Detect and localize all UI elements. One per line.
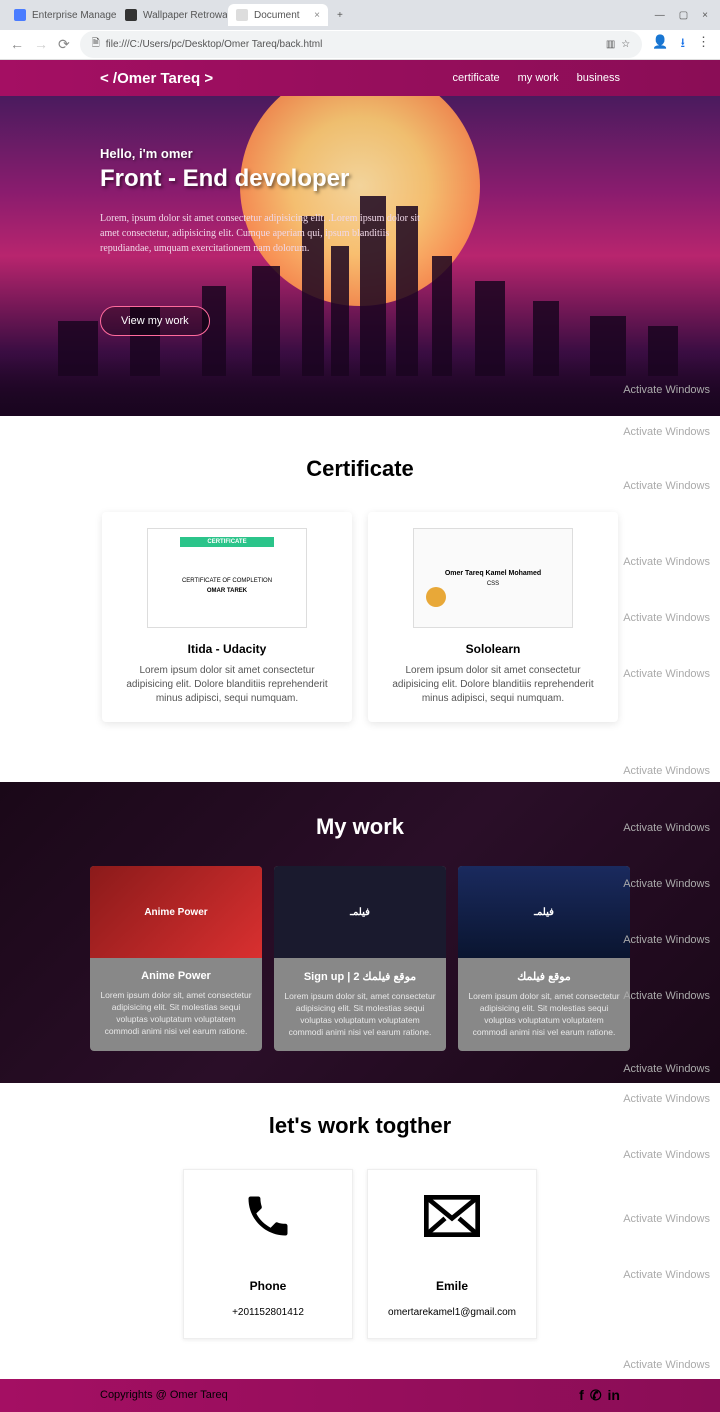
tab-title: Document: [254, 10, 300, 21]
windows-watermark: Activate Windows: [623, 556, 710, 568]
windows-watermark: Activate Windows: [623, 990, 710, 1002]
mywork-section: My work Activate Windows Activate Window…: [0, 782, 720, 1083]
mywork-heading: My work: [20, 814, 700, 840]
certificate-title: Sololearn: [384, 642, 602, 656]
work-title: Sign up | 2 موقع فيلمك: [284, 970, 436, 983]
close-icon[interactable]: ×: [314, 10, 320, 21]
new-tab-button[interactable]: +: [329, 6, 351, 25]
star-icon[interactable]: ☆: [621, 39, 630, 50]
work-card[interactable]: Anime Power Anime Power Lorem ipsum dolo…: [90, 866, 262, 1051]
hero-section: Hello, i'm omer Front - End devoloper Lo…: [0, 96, 720, 416]
url-input[interactable]: 🗎 file:///C:/Users/pc/Desktop/Omer Tareq…: [80, 31, 643, 58]
whatsapp-icon[interactable]: ✆: [590, 1387, 602, 1404]
windows-watermark: Activate Windows: [623, 384, 710, 396]
certificate-card[interactable]: Omer Tareq Kamel Mohamed CSS Sololearn L…: [368, 512, 618, 722]
hero-greeting: Hello, i'm omer: [100, 146, 440, 161]
certificate-image: Omer Tareq Kamel Mohamed CSS: [413, 528, 573, 628]
windows-watermark: Activate Windows: [623, 934, 710, 946]
main-nav: certificate my work business: [453, 72, 620, 84]
work-card[interactable]: فيلمـ موقع فيلمك Lorem ipsum dolor sit, …: [458, 866, 630, 1051]
nav-business[interactable]: business: [577, 72, 620, 84]
windows-watermark: Activate Windows: [623, 668, 710, 680]
contact-card-email[interactable]: Emile omertarekamel1@gmail.com: [367, 1169, 537, 1339]
contact-section: let's work togther Activate Windows Acti…: [0, 1083, 720, 1379]
certificate-title: Itida - Udacity: [118, 642, 336, 656]
tab-title: Wallpaper Retrowave, lines, su: [143, 10, 227, 21]
work-title: Anime Power: [100, 970, 252, 982]
windows-watermark: Activate Windows: [623, 1359, 710, 1371]
site-header: < /Omer Tareq > certificate my work busi…: [0, 60, 720, 96]
close-window-icon[interactable]: ×: [702, 10, 708, 21]
tab-title: Enterprise Management Conso: [32, 10, 116, 21]
windows-watermark: Activate Windows: [623, 765, 710, 777]
certificate-text: Lorem ipsum dolor sit amet consectetur a…: [118, 664, 336, 706]
contact-heading: let's work togther: [20, 1113, 700, 1139]
contact-title: Emile: [378, 1279, 526, 1293]
phone-icon: [194, 1190, 342, 1249]
url-text: file:///C:/Users/pc/Desktop/Omer Tareq/b…: [106, 39, 323, 50]
windows-watermark: Activate Windows: [623, 1149, 710, 1161]
contact-title: Phone: [194, 1279, 342, 1293]
work-card[interactable]: فيلمـ Sign up | 2 موقع فيلمك Lorem ipsum…: [274, 866, 446, 1051]
linkedin-icon[interactable]: in: [608, 1387, 620, 1404]
windows-watermark: Activate Windows: [623, 612, 710, 624]
minimize-icon[interactable]: —: [655, 10, 665, 21]
contact-card-phone[interactable]: Phone +201152801412: [183, 1169, 353, 1339]
file-icon: 🗎: [92, 36, 100, 53]
work-text: Lorem ipsum dolor sit, amet consectetur …: [468, 991, 620, 1039]
work-title: موقع فيلمك: [468, 970, 620, 983]
nav-certificate[interactable]: certificate: [453, 72, 500, 84]
certificate-text: Lorem ipsum dolor sit amet consectetur a…: [384, 664, 602, 706]
windows-watermark: Activate Windows: [623, 878, 710, 890]
windows-watermark: Activate Windows: [623, 1269, 710, 1281]
download-icon[interactable]: ⭳: [680, 34, 685, 56]
windows-watermark: Activate Windows: [623, 480, 710, 492]
view-work-button[interactable]: View my work: [100, 306, 210, 336]
work-text: Lorem ipsum dolor sit, amet consectetur …: [284, 991, 436, 1039]
social-links: f ✆ in: [579, 1387, 620, 1404]
certificate-card[interactable]: CERTIFICATE CERTIFICATE OF COMPLETION OM…: [102, 512, 352, 722]
windows-watermark: Activate Windows: [623, 426, 710, 438]
nav-mywork[interactable]: my work: [518, 72, 559, 84]
certificate-heading: Certificate: [20, 456, 700, 482]
back-icon[interactable]: ←: [10, 36, 24, 53]
windows-watermark: Activate Windows: [623, 1093, 710, 1105]
certificate-image: CERTIFICATE CERTIFICATE OF COMPLETION OM…: [147, 528, 307, 628]
work-thumbnail: فيلمـ: [274, 866, 446, 958]
email-icon: [378, 1190, 526, 1249]
menu-icon[interactable]: ⋮: [697, 34, 710, 56]
logo[interactable]: < /Omer Tareq >: [100, 70, 213, 87]
maximize-icon[interactable]: ▢: [679, 10, 688, 21]
browser-tab[interactable]: Wallpaper Retrowave, lines, su×: [117, 4, 227, 26]
address-bar: ← → ⟳ 🗎 file:///C:/Users/pc/Desktop/Omer…: [0, 30, 720, 60]
work-text: Lorem ipsum dolor sit, amet consectetur …: [100, 990, 252, 1038]
contact-value: +201152801412: [194, 1307, 342, 1318]
copyright-text: Copyrights @ Omer Tareq: [100, 1389, 228, 1401]
hero-title: Front - End devoloper: [100, 165, 440, 193]
hero-description: Lorem, ipsum dolor sit amet consectetur …: [100, 211, 440, 256]
browser-tab-bar: Enterprise Management Conso× Wallpaper R…: [0, 0, 720, 30]
site-footer: Copyrights @ Omer Tareq f ✆ in: [0, 1379, 720, 1412]
windows-watermark: Activate Windows: [623, 1213, 710, 1225]
profile-icon[interactable]: 👤: [652, 34, 668, 56]
browser-tab[interactable]: Enterprise Management Conso×: [6, 4, 116, 26]
facebook-icon[interactable]: f: [579, 1387, 584, 1404]
certificate-section: Activate Windows Certificate Activate Wi…: [0, 416, 720, 782]
work-thumbnail: Anime Power: [90, 866, 262, 958]
contact-value: omertarekamel1@gmail.com: [378, 1307, 526, 1318]
windows-watermark: Activate Windows: [623, 822, 710, 834]
forward-icon[interactable]: →: [34, 36, 48, 53]
work-thumbnail: فيلمـ: [458, 866, 630, 958]
windows-watermark: Activate Windows: [623, 1063, 710, 1075]
reader-icon[interactable]: ▥: [606, 39, 615, 50]
reload-icon[interactable]: ⟳: [58, 36, 70, 53]
browser-tab-active[interactable]: Document ×: [228, 4, 328, 26]
